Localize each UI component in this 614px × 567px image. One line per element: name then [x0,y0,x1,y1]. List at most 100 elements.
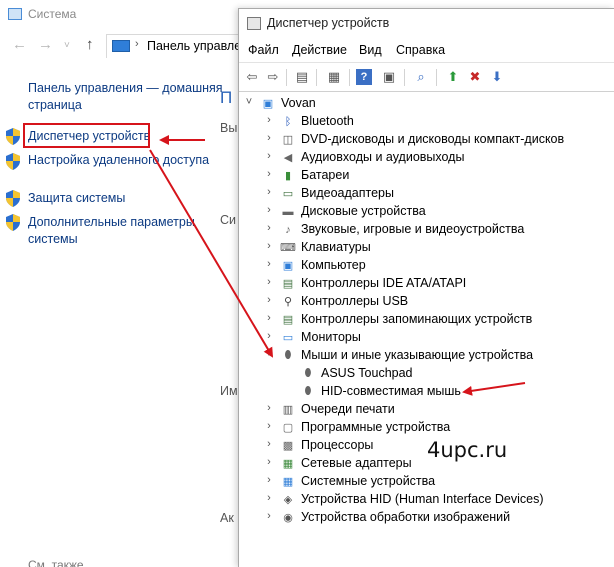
tree-item[interactable]: › ◈ Устройства HID (Human Interface Device… [239,491,614,509]
battery-icon: ▮ [284,170,292,182]
collapse-chevron-icon[interactable]: › [263,150,275,162]
monitor-icon: ▭ [282,332,294,344]
collapse-chevron-icon[interactable]: › [263,240,275,252]
collapse-chevron-icon[interactable]: › [263,492,275,504]
back-icon[interactable]: ⇦ [242,67,262,87]
forward-arrow-icon[interactable]: → [38,36,53,53]
tree-item-label: Дисковые устройства [301,204,426,218]
system-window-title: Система [28,7,77,21]
computer-icon: ▣ [282,260,294,272]
tree-child-item[interactable]: ⬮ ASUS Touchpad [239,365,614,383]
tree-item[interactable]: › ◫ DVD-дисководы и дисководы компакт-диск… [239,131,614,149]
menu-bar: Файл Действие Вид Справка [239,39,614,61]
computer-icon: ▣ [262,98,274,110]
collapse-chevron-icon[interactable]: › [263,312,275,324]
tree-item-label: Устройства обработки изображений [301,510,511,524]
tree-item-label: DVD-дисководы и дисководы компакт-дисков [301,132,565,146]
console-tree-icon[interactable]: ▤ [292,67,312,87]
tree-child-label: HID-совместимая мышь [321,384,461,398]
tree-item[interactable]: › ♪ Звуковые, игровые и видеоустройства [239,221,614,239]
mouse-icon: ⬮ [284,349,292,361]
tree-child-item[interactable]: ⬮ HID-совместимая мышь [239,383,614,401]
display-adapter-icon: ▭ [282,188,294,200]
collapse-chevron-icon[interactable]: › [263,456,275,468]
tree-item[interactable]: › ▮ Батареи [239,167,614,185]
recent-dropdown-icon[interactable]: ˅ [64,40,70,51]
tree-item[interactable]: › ⚲ Контроллеры USB [239,293,614,311]
collapse-chevron-icon[interactable]: › [263,222,275,234]
tree-item[interactable]: › ◀ Аудиовходы и аудиовыходы [239,149,614,167]
device-tree: ˅ ▣ Vovan › ᛒ Bluetooth › ◫ DVD-дисководы и диск… [239,93,614,567]
forward-icon[interactable]: ⇨ [263,67,283,87]
tree-item[interactable]: › ᛒ Bluetooth [239,113,614,131]
collapse-chevron-icon[interactable]: › [263,258,275,270]
remote-settings-link[interactable]: Настройка удаленного доступа [28,152,228,169]
processor-icon: ▩ [282,440,294,452]
shield-icon [6,214,20,231]
uninstall-device-icon[interactable]: ✖ [465,67,485,87]
tree-root[interactable]: ˅ ▣ Vovan [239,95,614,113]
content-fragment: Ак [220,511,234,525]
collapse-chevron-icon[interactable]: › [263,420,275,432]
back-arrow-icon[interactable]: ← [12,36,27,53]
collapse-chevron-icon[interactable]: › [263,330,275,342]
collapse-chevron-icon[interactable]: › [263,168,275,180]
collapse-chevron-icon[interactable]: › [263,186,275,198]
tree-item-label: Устройства HID (Human Interface Devices) [301,492,544,506]
update-driver-icon[interactable]: ⬆ [443,67,463,87]
storage-controller-icon: ▤ [282,314,294,326]
advanced-settings-link[interactable]: Дополнительные параметры системы [28,214,228,248]
tree-item-label: Мониторы [301,330,361,344]
tree-item[interactable]: › ▢ Программные устройства [239,419,614,437]
tree-item[interactable]: › ▦ Системные устройства [239,473,614,491]
collapse-chevron-icon[interactable]: › [263,294,275,306]
collapse-chevron-icon[interactable]: › [263,510,275,522]
help-icon[interactable]: ? [356,69,372,85]
shield-icon [6,128,20,145]
collapse-chevron-icon[interactable]: › [263,114,275,126]
device-manager-title: Диспетчер устройств [267,16,390,30]
collapse-chevron-icon[interactable]: › [263,132,275,144]
menu-view[interactable]: Вид [359,43,382,57]
menu-help[interactable]: Справка [396,43,445,57]
expand-chevron-icon[interactable]: ˅ [243,96,255,108]
content-fragment: П [220,88,233,107]
tree-item-label: Батареи [301,168,350,182]
mouse-icon: ⬮ [304,367,312,379]
collapse-chevron-icon[interactable]: › [263,438,275,450]
disk-drive-icon: ▬ [282,205,294,218]
enable-device-icon[interactable]: ⬇ [487,67,507,87]
tree-item[interactable]: › ▭ Мониторы [239,329,614,347]
address-bar[interactable]: › Панель управле [106,34,242,58]
tree-item[interactable]: › ▭ Видеоадаптеры [239,185,614,203]
tree-item[interactable]: › ▤ Контроллеры IDE ATA/ATAPI [239,275,614,293]
tree-item[interactable]: › ▣ Компьютер [239,257,614,275]
toolbar-separator [404,69,405,86]
device-manager-highlight-box [23,123,150,148]
tree-item-label: Контроллеры USB [301,294,409,308]
tree-item[interactable]: › ▥ Очереди печати [239,401,614,419]
shield-icon [6,190,20,207]
menu-file[interactable]: Файл [248,43,279,57]
menu-action[interactable]: Действие [292,43,347,57]
expand-chevron-icon[interactable]: ˅ [263,348,275,360]
tree-item-label: Bluetooth [301,114,354,128]
collapse-chevron-icon[interactable]: › [263,474,275,486]
address-text: Панель управле [147,39,242,53]
properties-icon[interactable]: ▦ [324,67,344,87]
tree-item-label: Сетевые адаптеры [301,456,412,470]
tree-item[interactable]: ˅ ⬮ Мыши и иные указывающие устройства [239,347,614,365]
content-fragment: Им [220,384,238,398]
scan-hardware-icon[interactable]: ⌕ [411,67,431,87]
collapse-chevron-icon[interactable]: › [263,276,275,288]
system-protection-link[interactable]: Защита системы [28,190,125,207]
tree-item[interactable]: › ▬ Дисковые устройства [239,203,614,221]
tree-item[interactable]: › ▤ Контроллеры запоминающих устройств [239,311,614,329]
tree-item[interactable]: › ◉ Устройства обработки изображений [239,509,614,527]
up-arrow-icon[interactable]: ↑ [86,36,94,53]
control-panel-home-link[interactable]: Панель управления — домашняя страница [28,80,228,114]
tree-item[interactable]: › ⌨ Клавиатуры [239,239,614,257]
action-view-icon[interactable]: ▣ [379,67,399,87]
collapse-chevron-icon[interactable]: › [263,402,275,414]
collapse-chevron-icon[interactable]: › [263,204,275,216]
